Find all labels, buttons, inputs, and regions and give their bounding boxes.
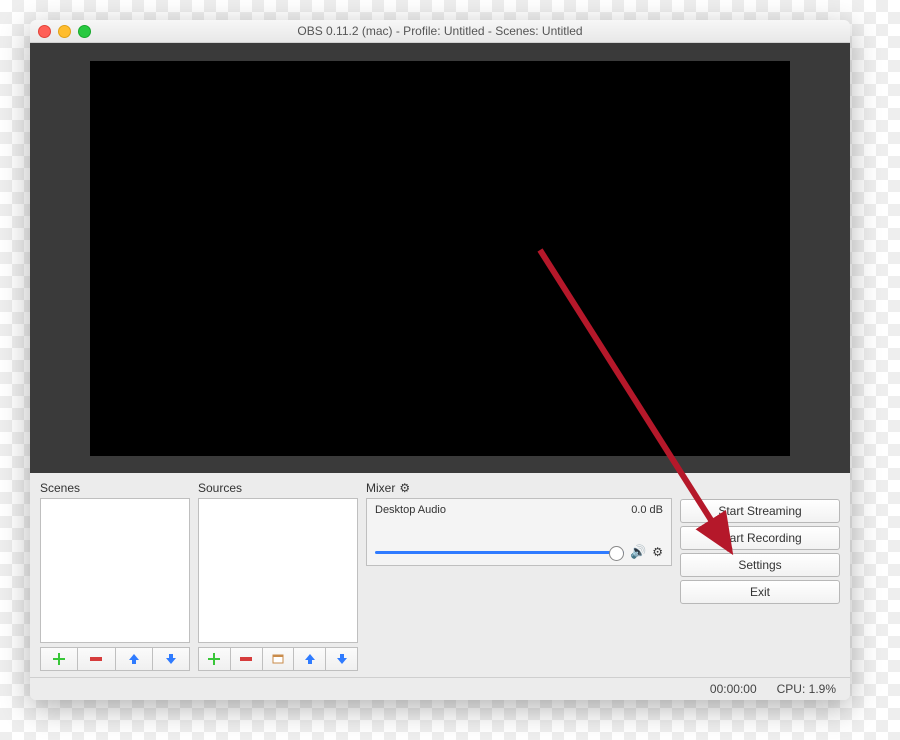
scenes-remove-button[interactable] <box>77 647 114 671</box>
mixer-channel-level: 0.0 dB <box>631 504 663 516</box>
app-window: OBS 0.11.2 (mac) - Profile: Untitled - S… <box>30 20 850 700</box>
control-buttons: Start Streaming Start Recording Settings… <box>680 499 840 671</box>
close-icon[interactable] <box>38 25 51 38</box>
preferences-icon <box>272 653 284 665</box>
scenes-label: Scenes <box>40 481 190 495</box>
sources-list[interactable] <box>198 498 358 643</box>
down-arrow-icon <box>336 653 348 665</box>
start-streaming-button[interactable]: Start Streaming <box>680 499 840 523</box>
status-bar: 00:00:00 CPU: 1.9% <box>30 677 850 700</box>
slider-thumb-icon[interactable] <box>609 546 624 561</box>
up-arrow-icon <box>128 653 140 665</box>
minimize-icon[interactable] <box>58 25 71 38</box>
sources-remove-button[interactable] <box>230 647 262 671</box>
sources-down-button[interactable] <box>325 647 358 671</box>
speaker-icon[interactable]: 🔊 <box>630 544 646 560</box>
up-arrow-icon <box>304 653 316 665</box>
bottom-panels: Scenes Sources <box>30 473 850 677</box>
sources-up-button[interactable] <box>293 647 325 671</box>
titlebar: OBS 0.11.2 (mac) - Profile: Untitled - S… <box>30 20 850 43</box>
sources-label: Sources <box>198 481 358 495</box>
window-controls <box>38 25 91 38</box>
scenes-down-button[interactable] <box>152 647 190 671</box>
video-preview <box>90 61 790 456</box>
scenes-panel: Scenes <box>40 481 190 671</box>
sources-toolbar <box>198 647 358 671</box>
sources-properties-button[interactable] <box>262 647 294 671</box>
gear-icon[interactable]: ⚙ <box>652 545 663 559</box>
scenes-list[interactable] <box>40 498 190 643</box>
mixer-label: Mixer <box>366 481 395 495</box>
gear-icon[interactable]: ⚙ <box>399 481 410 495</box>
mixer-volume-slider[interactable] <box>375 551 624 554</box>
down-arrow-icon <box>165 653 177 665</box>
mixer-channel: Desktop Audio 0.0 dB 🔊 ⚙ <box>366 498 672 566</box>
minus-icon <box>90 657 102 661</box>
plus-icon <box>208 653 220 665</box>
scenes-add-button[interactable] <box>40 647 77 671</box>
sources-panel: Sources <box>198 481 358 671</box>
mixer-panel: Mixer ⚙ Desktop Audio 0.0 dB 🔊 ⚙ <box>366 481 672 671</box>
status-time: 00:00:00 <box>710 682 757 696</box>
start-recording-button[interactable]: Start Recording <box>680 526 840 550</box>
scenes-up-button[interactable] <box>115 647 152 671</box>
sources-add-button[interactable] <box>198 647 230 671</box>
preview-area <box>30 43 850 473</box>
plus-icon <box>53 653 65 665</box>
zoom-icon[interactable] <box>78 25 91 38</box>
settings-button[interactable]: Settings <box>680 553 840 577</box>
exit-button[interactable]: Exit <box>680 580 840 604</box>
scenes-toolbar <box>40 647 190 671</box>
minus-icon <box>240 657 252 661</box>
status-cpu: CPU: 1.9% <box>777 682 836 696</box>
mixer-header: Mixer ⚙ <box>366 481 672 495</box>
window-title: OBS 0.11.2 (mac) - Profile: Untitled - S… <box>30 24 850 38</box>
mixer-channel-name: Desktop Audio <box>375 504 446 516</box>
